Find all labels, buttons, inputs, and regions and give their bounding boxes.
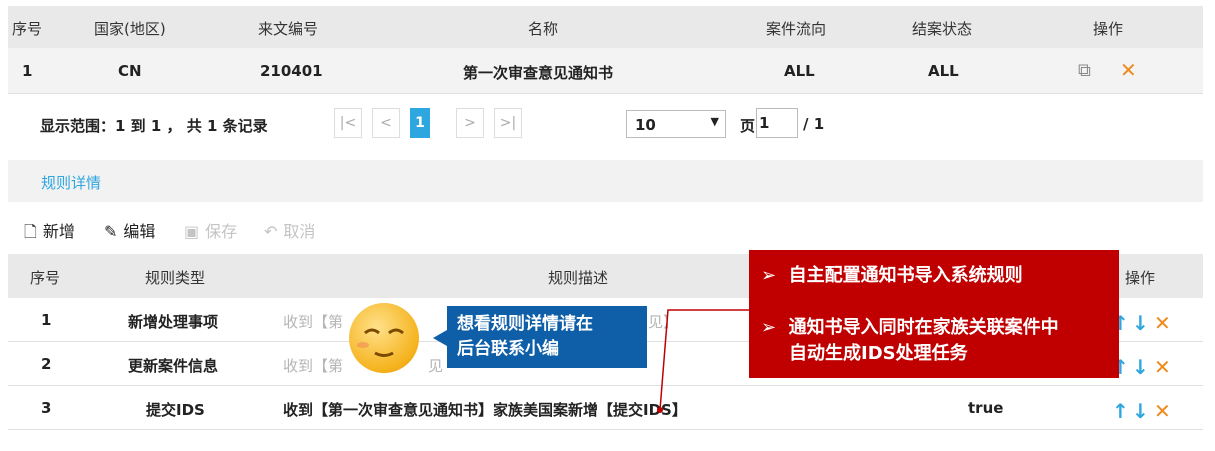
- contact-callout-line2: 后台联系小编: [457, 339, 559, 359]
- feature-callout: ➢ 自主配置通知书导入系统规则 ➢ 通知书导入同时在家族关联案件中 自动生成ID…: [749, 250, 1119, 378]
- feature-callout-text-2: 通知书导入同时在家族关联案件中: [788, 317, 1059, 338]
- contact-callout: 想看规则详情请在 后台联系小编: [433, 306, 647, 368]
- feature-callout-item-2b: 自动生成IDS处理任务: [789, 343, 968, 364]
- emoji-face-icon: [349, 303, 419, 373]
- pointer-line: [657, 309, 749, 413]
- contact-callout-line1: 想看规则详情请在: [457, 314, 593, 334]
- feature-callout-item-1: ➢ 自主配置通知书导入系统规则: [761, 265, 1023, 286]
- feature-callout-text-1: 自主配置通知书导入系统规则: [788, 265, 1023, 286]
- feature-callout-item-2: ➢ 通知书导入同时在家族关联案件中: [761, 317, 1059, 338]
